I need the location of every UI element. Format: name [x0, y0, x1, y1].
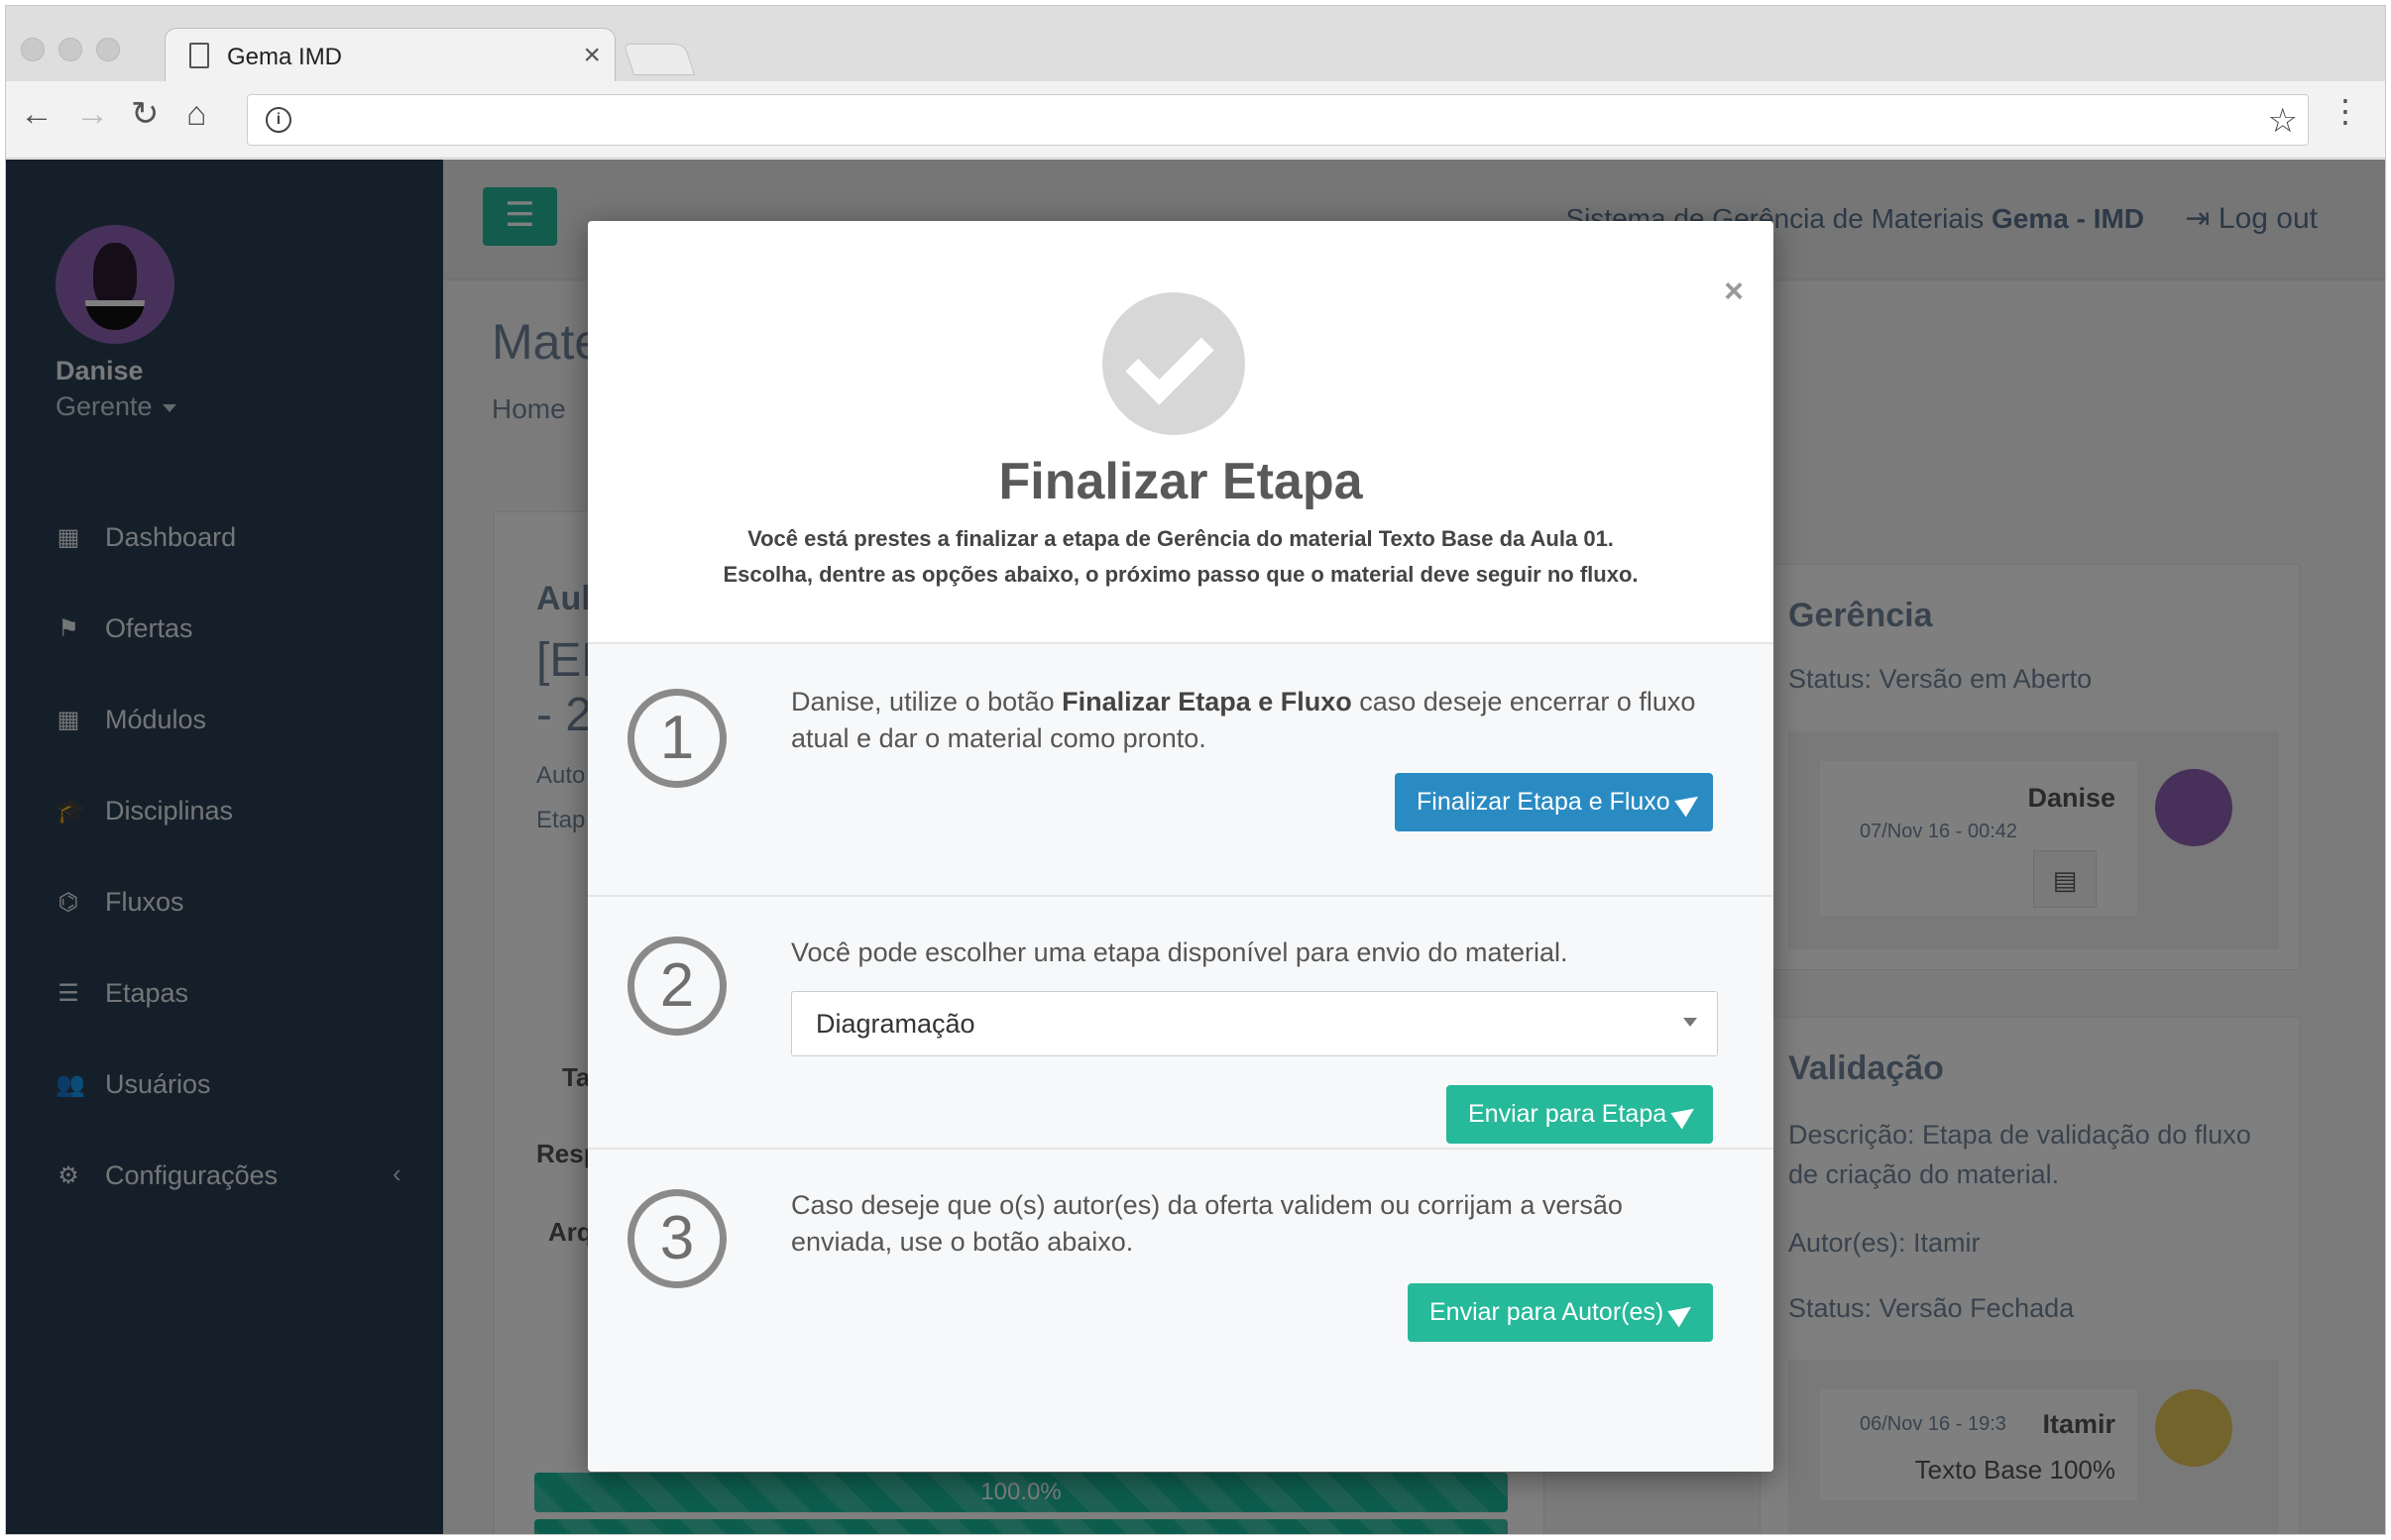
step-text: Caso deseje que o(s) autor(es) da oferta… — [791, 1190, 1623, 1257]
window-minimize-control[interactable] — [58, 38, 82, 61]
modal-title: Finalizar Etapa — [998, 453, 1363, 510]
app-viewport: Danise Gerente ▦ Dashboard ⚑ Ofertas ▦ M… — [6, 160, 2385, 1534]
step-text: Danise, utilize o botão Finalizar Etapa … — [791, 687, 1696, 753]
paper-plane-icon — [1667, 1298, 1697, 1328]
paper-plane-icon — [1673, 788, 1704, 818]
window-zoom-control[interactable] — [96, 38, 120, 61]
close-icon[interactable]: × — [1724, 273, 1744, 311]
browser-tabbar: Gema IMD × — [6, 6, 2385, 83]
check-mark-shape — [1125, 316, 1214, 405]
enviar-para-etapa-button[interactable]: Enviar para Etapa — [1446, 1085, 1713, 1144]
finalizar-etapa-fluxo-button[interactable]: Finalizar Etapa e Fluxo — [1395, 773, 1713, 831]
browser-toolbar: ← → ↻ ⌂ i ☆ ⋮ — [6, 81, 2385, 159]
home-icon[interactable]: ⌂ — [186, 97, 207, 131]
step-number-badge: 3 — [627, 1189, 727, 1288]
step-number-badge: 1 — [627, 689, 727, 788]
enviar-para-autores-button[interactable]: Enviar para Autor(es) — [1408, 1283, 1713, 1342]
file-icon — [189, 43, 209, 68]
browser-window: Gema IMD × ← → ↻ ⌂ i ☆ ⋮ Danise Gerente … — [5, 5, 2386, 1535]
paper-plane-icon — [1670, 1100, 1700, 1130]
address-bar[interactable]: i ☆ — [247, 94, 2309, 146]
etapa-select[interactable]: Diagramação — [791, 991, 1718, 1056]
etapa-select-value: Diagramação — [816, 1009, 975, 1039]
step-text: Você pode escolher uma etapa disponível … — [791, 937, 1568, 967]
finalizar-etapa-modal: × Finalizar Etapa Você está prestes a fi… — [588, 221, 1773, 1472]
step-number-badge: 2 — [627, 936, 727, 1036]
back-arrow-icon[interactable]: ← — [20, 97, 54, 131]
window-close-control[interactable] — [21, 38, 45, 61]
tab-close-icon[interactable]: × — [583, 39, 601, 72]
step-enviar-autores: 3 Caso deseje que o(s) autor(es) da ofer… — [588, 1148, 1773, 1472]
forward-arrow-icon[interactable]: → — [75, 97, 109, 131]
reload-icon[interactable]: ↻ — [131, 97, 160, 131]
step-finalizar-fluxo: 1 Danise, utilize o botão Finalizar Etap… — [588, 642, 1773, 895]
info-icon[interactable]: i — [266, 107, 291, 133]
tab-title: Gema IMD — [227, 44, 343, 70]
check-circle-icon — [1102, 292, 1245, 435]
dropdown-arrow-icon — [1683, 1018, 1697, 1027]
modal-subtitle-line-2: Escolha, dentre as opções abaixo, o próx… — [723, 562, 1639, 587]
step-enviar-etapa: 2 Você pode escolher uma etapa disponíve… — [588, 895, 1773, 1148]
modal-subtitle-line-1: Você está prestes a finalizar a etapa de… — [747, 526, 1614, 551]
new-tab-button[interactable] — [623, 44, 696, 75]
browser-menu-icon[interactable]: ⋮ — [2330, 95, 2361, 127]
browser-tab[interactable]: Gema IMD × — [165, 28, 616, 83]
bookmark-star-icon[interactable]: ☆ — [2268, 101, 2298, 141]
